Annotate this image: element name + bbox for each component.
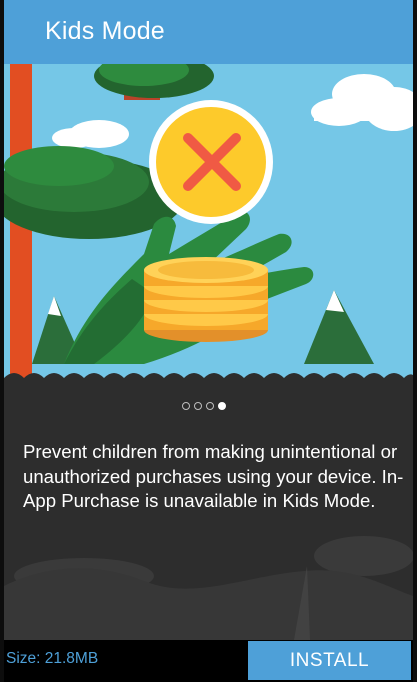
page-dot[interactable] (206, 402, 214, 410)
carousel-illustration[interactable] (4, 64, 413, 386)
feature-description: Prevent children from making unintention… (23, 441, 404, 511)
page-title: Kids Mode (45, 17, 165, 45)
coin-stack-illustration (144, 257, 268, 342)
page-dot[interactable] (194, 402, 202, 410)
app-size-label: Size: 21.8MB (6, 650, 99, 667)
page-dot-active[interactable] (218, 402, 226, 410)
app-bar: Kids Mode (4, 0, 413, 64)
install-button[interactable]: INSTALL (248, 641, 411, 680)
page-dot[interactable] (182, 402, 190, 410)
kids-mode-screen: Kids Mode Prevent children from making u… (4, 0, 413, 682)
carousel-page-indicator (182, 402, 226, 410)
no-purchase-x-icon (149, 100, 273, 224)
